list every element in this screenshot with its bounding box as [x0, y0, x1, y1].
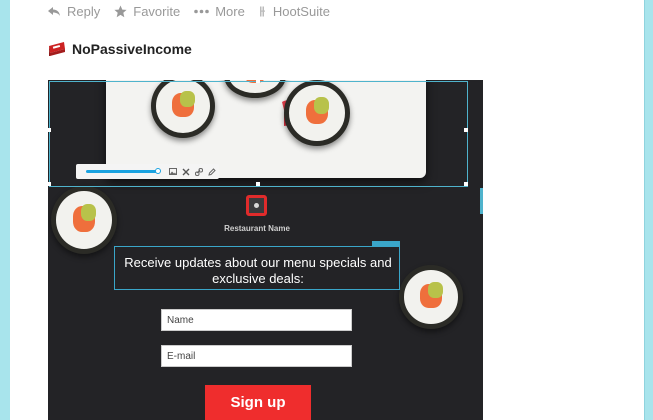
image-edit-toolbar	[76, 164, 219, 179]
logo-dot	[254, 203, 259, 208]
tweet-media-image[interactable]: Restaurant Name Receive updates about ou…	[48, 80, 483, 420]
more-dots-icon	[194, 9, 210, 13]
restaurant-logo	[246, 195, 267, 216]
resize-handle[interactable]	[48, 182, 51, 186]
reply-icon	[48, 6, 60, 16]
reply-button[interactable]: Reply	[47, 4, 100, 19]
text-block-edit-tab[interactable]	[372, 241, 400, 247]
window-right-border	[644, 0, 653, 420]
author-name[interactable]: NoPassiveIncome	[72, 41, 192, 57]
headline-text: Receive updates about our menu specials …	[124, 255, 392, 286]
sushi-roll	[399, 265, 463, 329]
image-icon[interactable]	[168, 167, 177, 176]
pencil-icon[interactable]	[207, 167, 216, 176]
more-label: More	[215, 3, 245, 19]
signup-button[interactable]: Sign up	[205, 385, 311, 420]
headline-text-block[interactable]: Receive updates about our menu specials …	[114, 241, 400, 290]
resize-handle[interactable]	[464, 128, 468, 132]
reply-label: Reply	[67, 3, 101, 19]
tweet-actions-bar: Reply Favorite More HootSuite	[47, 3, 344, 19]
more-button[interactable]: More	[194, 4, 245, 19]
panel-scroll-tab[interactable]	[480, 188, 483, 214]
avatar-icon[interactable]	[48, 40, 66, 58]
resize-handle[interactable]	[256, 182, 260, 186]
source-link[interactable]: HootSuite	[259, 4, 330, 19]
star-icon	[114, 5, 127, 17]
close-icon[interactable]	[181, 167, 190, 176]
hootsuite-icon	[259, 6, 265, 16]
zoom-slider-knob[interactable]	[155, 168, 161, 174]
window-left-border	[0, 0, 10, 420]
name-field[interactable]	[161, 309, 352, 331]
favorite-label: Favorite	[133, 3, 181, 19]
resize-handle[interactable]	[256, 80, 260, 83]
source-label: HootSuite	[272, 3, 330, 19]
email-field[interactable]	[161, 345, 352, 367]
link-icon[interactable]	[194, 167, 203, 176]
zoom-slider[interactable]	[86, 168, 161, 174]
favorite-button[interactable]: Favorite	[114, 4, 180, 19]
resize-handle[interactable]	[464, 182, 468, 186]
sushi-roll	[51, 186, 117, 254]
tweet-author[interactable]: NoPassiveIncome	[48, 40, 192, 58]
resize-handle[interactable]	[48, 128, 51, 132]
restaurant-name: Restaurant Name	[224, 224, 290, 233]
